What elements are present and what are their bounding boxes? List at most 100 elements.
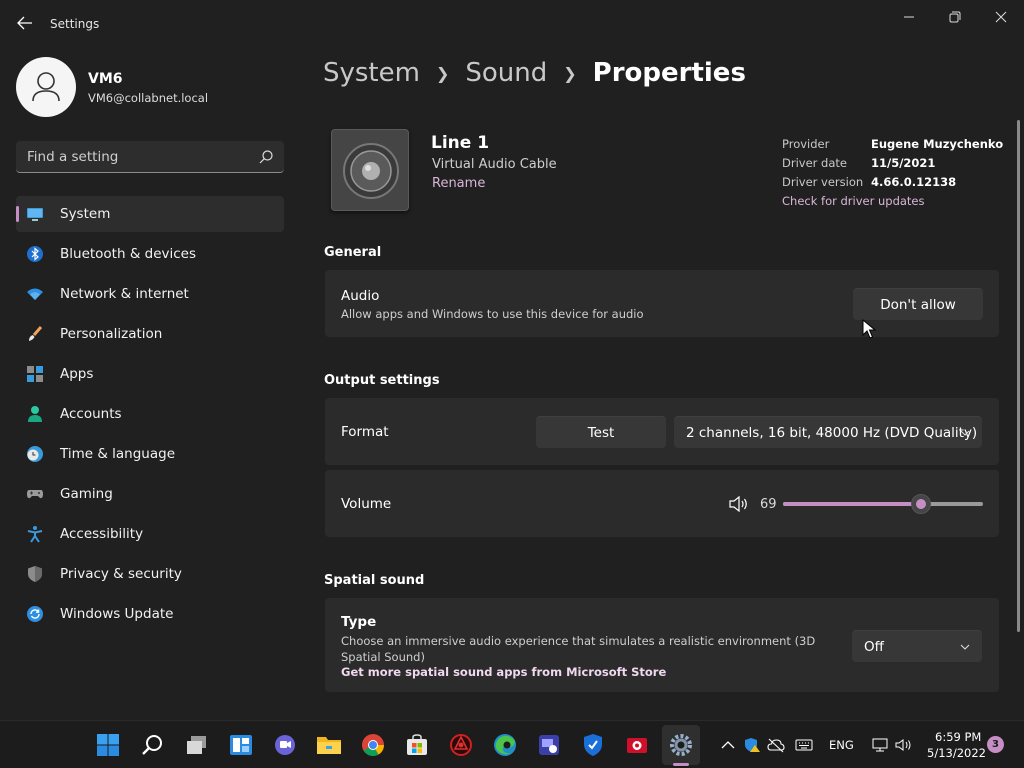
sidebar-item-accounts[interactable]: Accounts xyxy=(16,396,284,432)
sidebar-item-system[interactable]: System xyxy=(16,196,284,232)
audio-title: Audio xyxy=(341,288,380,304)
section-heading-general: General xyxy=(324,245,382,260)
driver-row-date: Driver date 11/5/2021 xyxy=(782,156,935,170)
close-button[interactable] xyxy=(978,4,1024,30)
scrollbar[interactable] xyxy=(1017,120,1020,632)
sidebar-item-label: Apps xyxy=(60,366,94,382)
rename-link[interactable]: Rename xyxy=(432,176,485,191)
accessibility-icon xyxy=(27,526,43,543)
breadcrumb-sound[interactable]: Sound xyxy=(465,58,547,88)
format-dropdown[interactable]: 2 channels, 16 bit, 48000 Hz (DVD Qualit… xyxy=(674,416,982,448)
sidebar-item-gaming[interactable]: Gaming xyxy=(16,476,284,512)
file-explorer-icon[interactable] xyxy=(315,731,343,759)
person-icon xyxy=(28,406,42,422)
driver-value: 4.66.0.12138 xyxy=(871,175,957,189)
chat-icon[interactable] xyxy=(271,731,299,759)
start-icon[interactable] xyxy=(94,731,122,759)
volume-value: 69 xyxy=(760,497,777,512)
sidebar-item-network[interactable]: Network & internet xyxy=(16,276,284,312)
chevron-down-icon xyxy=(960,644,970,650)
bluetooth-icon xyxy=(27,246,43,262)
apps-icon xyxy=(27,366,43,382)
volume-slider[interactable] xyxy=(783,494,983,514)
breadcrumb-system[interactable]: System xyxy=(323,58,420,88)
active-app-indicator xyxy=(673,763,689,766)
search-icon[interactable] xyxy=(258,149,274,165)
remote-app-icon[interactable] xyxy=(535,731,563,759)
network-icon[interactable] xyxy=(871,737,889,753)
driver-row-provider: Provider Eugene Muzychenko xyxy=(782,137,1003,151)
cloud-offline-icon[interactable] xyxy=(767,737,785,753)
red-app-icon[interactable] xyxy=(447,731,475,759)
clock-time[interactable]: 6:59 PM xyxy=(935,730,981,744)
settings-icon[interactable] xyxy=(667,731,695,759)
sidebar-item-label: Accounts xyxy=(60,406,122,422)
spatial-type-dropdown[interactable]: Off xyxy=(852,630,982,662)
sidebar-item-windows-update[interactable]: Windows Update xyxy=(16,596,284,632)
driver-key: Driver date xyxy=(782,156,847,170)
sidebar-item-label: Windows Update xyxy=(60,606,174,622)
store-icon[interactable] xyxy=(403,731,431,759)
maximize-button[interactable] xyxy=(932,4,978,30)
sidebar-item-accessibility[interactable]: Accessibility xyxy=(16,516,284,552)
search-icon[interactable] xyxy=(139,731,167,759)
update-icon xyxy=(27,606,43,622)
user-email: VM6@collabnet.local xyxy=(88,91,209,105)
volume-slider-thumb[interactable] xyxy=(911,494,931,514)
notification-badge[interactable]: 3 xyxy=(987,736,1004,753)
sidebar-item-bluetooth[interactable]: Bluetooth & devices xyxy=(16,236,284,272)
speaker-volume-icon[interactable] xyxy=(728,494,750,514)
check-driver-updates-link[interactable]: Check for driver updates xyxy=(782,194,925,208)
task-view-icon[interactable] xyxy=(183,731,211,759)
spatial-selected-value: Off xyxy=(864,638,884,655)
sidebar-item-label: Privacy & security xyxy=(60,566,182,582)
recorder-icon[interactable] xyxy=(623,731,651,759)
defender-icon[interactable] xyxy=(579,731,607,759)
restore-icon xyxy=(949,11,961,23)
keyboard-icon[interactable] xyxy=(795,737,813,753)
sidebar-item-label: Gaming xyxy=(60,486,113,502)
sidebar-item-label: Time & language xyxy=(60,446,176,462)
spatial-store-link[interactable]: Get more spatial sound apps from Microso… xyxy=(341,665,666,679)
avatar xyxy=(16,57,76,117)
audio-description: Allow apps and Windows to use this devic… xyxy=(341,307,644,321)
format-card: Format Test 2 channels, 16 bit, 48000 Hz… xyxy=(325,398,999,465)
sidebar-item-time-language[interactable]: Time & language xyxy=(16,436,284,472)
chevron-up-icon[interactable] xyxy=(719,737,737,753)
volume-title: Volume xyxy=(341,496,392,512)
sidebar-item-privacy[interactable]: Privacy & security xyxy=(16,556,284,592)
device-subtitle: Virtual Audio Cable xyxy=(432,157,557,172)
volume-tray-icon[interactable] xyxy=(895,737,913,753)
back-arrow-icon[interactable] xyxy=(14,12,36,34)
wifi-icon xyxy=(27,288,43,300)
user-name: VM6 xyxy=(88,71,123,87)
test-button[interactable]: Test xyxy=(536,416,666,448)
sidebar-item-label: Network & internet xyxy=(60,286,189,302)
minimize-icon xyxy=(904,16,914,18)
search-input[interactable] xyxy=(16,141,252,172)
security-warning-icon[interactable] xyxy=(743,737,761,753)
mouse-cursor-icon xyxy=(862,319,876,339)
minimize-button[interactable] xyxy=(886,4,932,30)
gamepad-icon xyxy=(27,490,43,499)
sidebar-nav: System Bluetooth & devices Network & int… xyxy=(16,196,284,636)
driver-key: Driver version xyxy=(782,175,864,189)
clock-date[interactable]: 5/13/2022 xyxy=(927,746,986,760)
sidebar-item-label: Personalization xyxy=(60,326,163,342)
section-heading-spatial: Spatial sound xyxy=(324,573,425,588)
audio-card: Audio Allow apps and Windows to use this… xyxy=(325,270,999,337)
sidebar-item-apps[interactable]: Apps xyxy=(16,356,284,392)
app-title: Settings xyxy=(50,17,100,31)
device-name: Line 1 xyxy=(431,133,490,153)
close-icon xyxy=(995,11,1007,23)
chrome-icon[interactable] xyxy=(359,731,387,759)
widgets-icon[interactable] xyxy=(227,731,255,759)
edge-icon[interactable] xyxy=(491,731,519,759)
driver-row-version: Driver version 4.66.0.12138 xyxy=(782,175,956,189)
sidebar-item-label: Bluetooth & devices xyxy=(60,246,197,262)
format-selected-value: 2 channels, 16 bit, 48000 Hz (DVD Qualit… xyxy=(686,424,978,441)
language-indicator[interactable]: ENG xyxy=(829,738,854,752)
sidebar-item-personalization[interactable]: Personalization xyxy=(16,316,284,352)
dont-allow-button[interactable]: Don't allow xyxy=(853,288,983,320)
spatial-type-title: Type xyxy=(341,614,377,630)
